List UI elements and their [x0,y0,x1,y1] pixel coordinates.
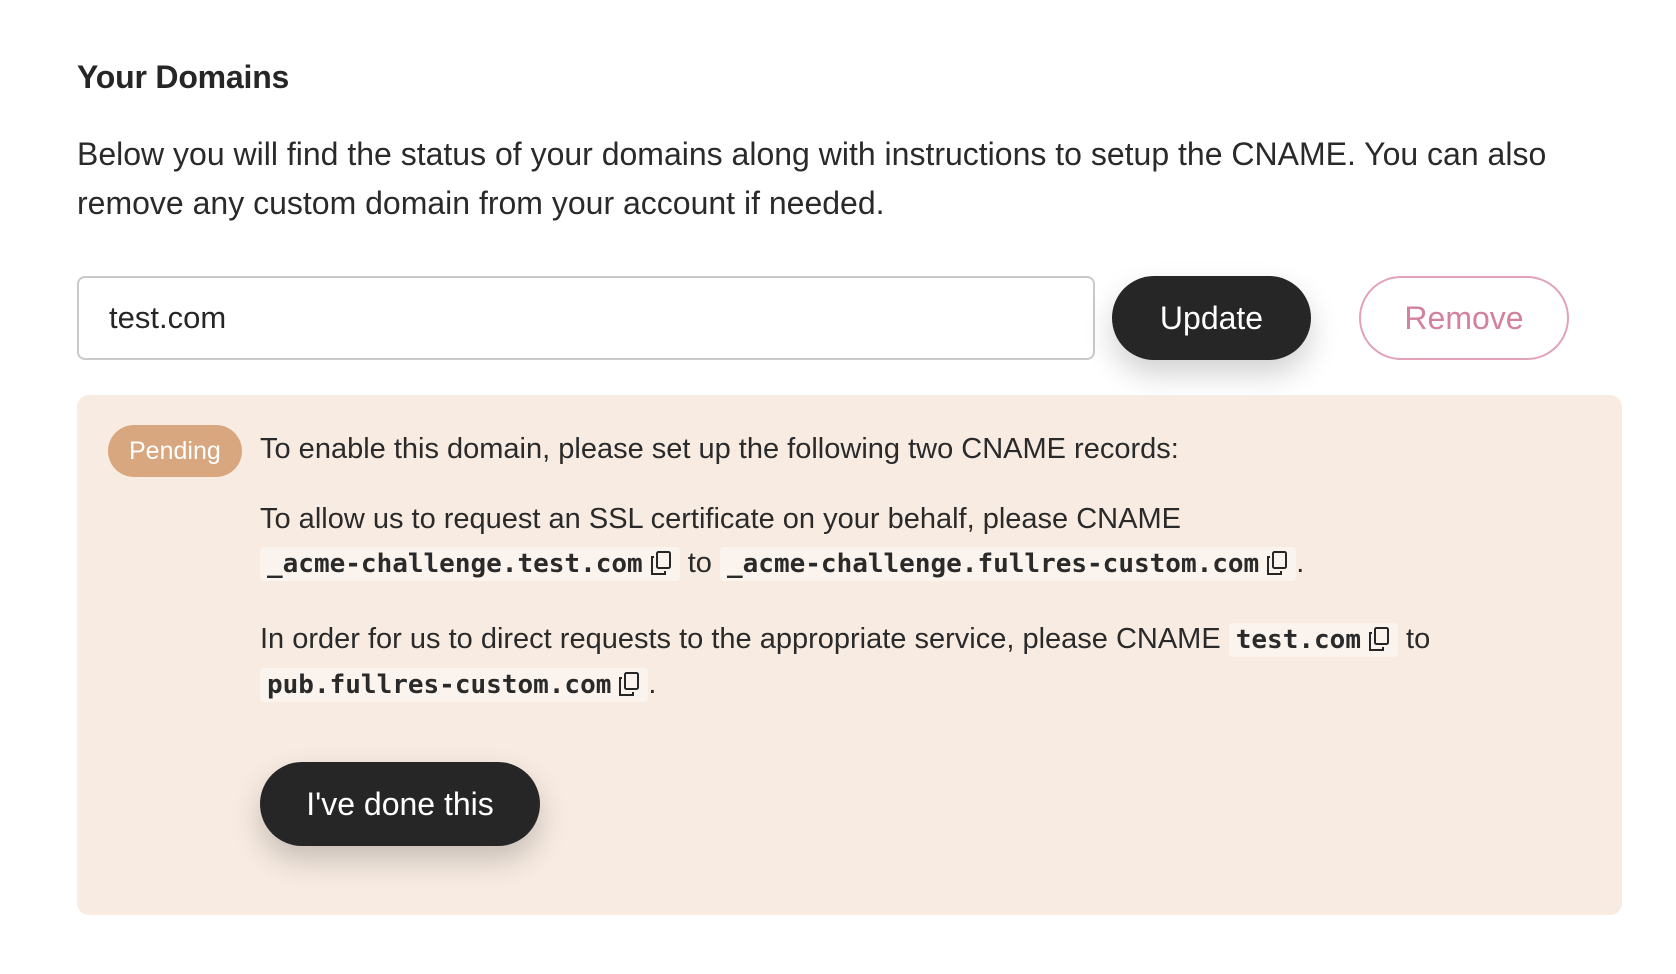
copy-icon[interactable] [1367,626,1391,652]
service-cname-source-text: test.com [1235,625,1361,655]
ssl-instruction-text: To allow us to request an SSL certificat… [260,503,1181,535]
remove-button[interactable]: Remove [1359,276,1569,361]
service-cname-target-text: pub.fullres-custom.com [267,670,612,700]
ssl-cname-source: _acme-challenge.test.com [260,547,680,581]
instructions-lead: To enable this domain, please set up the… [260,433,1179,465]
copy-icon[interactable] [617,671,641,697]
ssl-cname-target-text: _acme-challenge.fullres-custom.com [727,549,1260,579]
status-badge: Pending [108,425,242,477]
section-title: Your Domains [77,59,290,95]
update-button[interactable]: Update [1112,276,1311,361]
ssl-cname-source-text: _acme-challenge.test.com [267,549,643,579]
done-button[interactable]: I've done this [260,762,540,846]
service-cname-instruction: In order for us to direct requests to th… [260,617,1600,707]
service-instruction-text: In order for us to direct requests to th… [260,623,1221,655]
copy-icon[interactable] [649,550,673,576]
service-connector: to [1406,623,1431,655]
domains-description: Below you will find the status of your d… [77,136,1547,222]
service-cname-source: test.com [1228,623,1398,657]
ssl-connector: to [687,547,712,579]
ssl-cname-target: _acme-challenge.fullres-custom.com [720,547,1297,581]
domains-page: Your Domains Below you will find the sta… [77,58,1622,915]
domain-status-panel: Pending To enable this domain, please se… [77,395,1622,915]
ssl-period: . [1296,547,1305,579]
copy-icon[interactable] [1265,550,1289,576]
service-period: . [648,668,657,700]
ssl-cname-instruction: To allow us to request an SSL certificat… [260,497,1600,586]
service-cname-target: pub.fullres-custom.com [260,668,649,702]
cname-instructions: To enable this domain, please set up the… [260,427,1600,846]
domain-edit-row: Update Remove [77,276,1622,361]
domain-input[interactable] [77,276,1095,361]
